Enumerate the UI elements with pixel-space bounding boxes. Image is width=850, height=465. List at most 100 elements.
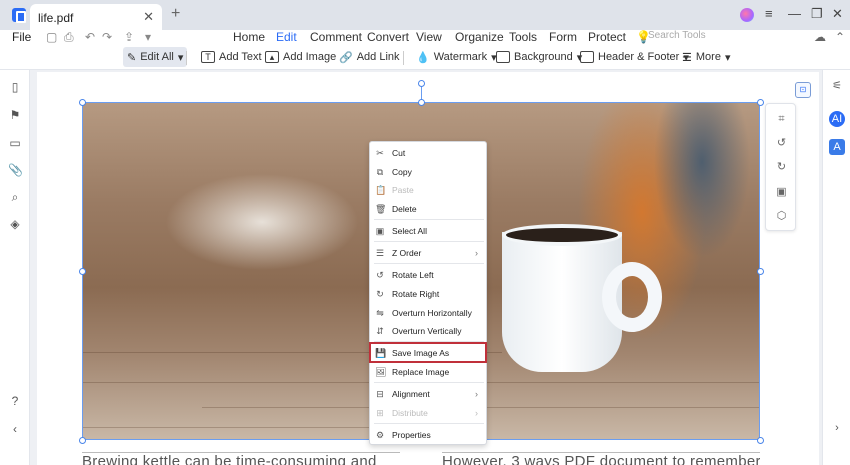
context-menu-item-cut[interactable]: ✂ Cut [370,143,486,162]
ai-assistant-icon[interactable]: AI [829,111,845,127]
menu-organize[interactable]: Organize [455,30,504,44]
context-menu-item-overturn-horizontally[interactable]: ⇋ Overturn Horizontally [370,303,486,322]
image-icon: ▴ [265,51,279,63]
rotate-left-icon: ↺ [376,269,384,280]
cloud-upload-icon[interactable]: ☁ [814,30,826,44]
context-menu-item-save-image-as[interactable]: 💾 Save Image As [369,342,487,363]
share-icon[interactable]: ⇪ [124,30,134,44]
copy-icon: ⧉ [376,166,384,177]
menu-item-label: Properties [392,429,431,440]
context-menu-item-select-all[interactable]: ▣ Select All [370,221,486,240]
distribute-icon: ⊞ [376,407,384,418]
menu-separator [374,341,484,342]
rotate-handle[interactable] [418,80,425,87]
maximize-icon[interactable]: ❐ [811,6,823,22]
comment-icon[interactable]: ▭ [8,136,22,150]
avatar[interactable] [740,8,754,22]
menu-separator [374,263,484,264]
link-icon: 🔗 [339,51,353,64]
menu-comment[interactable]: Comment [310,30,362,44]
select-all-icon: ▣ [375,225,385,236]
search-icon[interactable]: ⌕ [8,190,22,204]
file-menu[interactable]: File [12,30,31,44]
submenu-arrow-icon: › [475,247,478,258]
search-tools-input[interactable]: Search Tools [648,30,706,41]
menu-protect[interactable]: Protect [588,30,626,44]
left-sidebar: ▯ ⚑ ▭ 📎 ⌕ ◈ ? ‹ [0,70,30,465]
crop-icon[interactable]: ⌗ [775,113,788,126]
attachment-icon[interactable]: 📎 [8,163,23,177]
menu-item-label: Overturn Horizontally [392,307,472,318]
page-text-right[interactable]: However, 3 ways PDF document to remember… [442,452,760,465]
menu-form[interactable]: Form [549,30,577,44]
context-menu-item-copy[interactable]: ⧉ Copy [370,162,486,181]
menu-item-label: Overturn Vertically [392,325,462,336]
menu-item-label: Distribute [392,407,428,418]
translate-icon[interactable]: A [829,139,845,155]
resize-handle-w[interactable] [79,268,86,275]
close-window-icon[interactable]: ✕ [832,6,843,22]
collapse-ribbon-icon[interactable]: ⌃ [835,30,845,44]
resize-handle-n[interactable] [418,99,425,106]
new-tab-icon[interactable]: + [171,5,180,23]
menu-view[interactable]: View [416,30,442,44]
context-menu-item-properties[interactable]: ⚙ Properties [370,425,486,444]
resize-handle-sw[interactable] [79,437,86,444]
menu-home[interactable]: Home [233,30,265,44]
save-icon[interactable]: ▢ [46,30,57,44]
context-menu-item-delete[interactable]: 🗑 Delete [370,199,486,218]
page-text-left[interactable]: Brewing kettle can be time-consuming and [82,452,400,465]
menu-item-label: Delete [392,203,417,214]
add-text-button[interactable]: T Add Text [197,47,266,67]
background-button[interactable]: Background ▾ [492,47,586,67]
add-image-button[interactable]: ▴ Add Image [261,47,340,67]
menu-convert[interactable]: Convert [367,30,409,44]
window-menu-icon[interactable]: ≡ [765,6,773,21]
more-button[interactable]: ☰ More ▾ [678,47,734,67]
quick-access-dropdown-icon[interactable]: ▾ [145,30,151,44]
rotate-right-icon[interactable]: ↻ [775,161,788,174]
replace-image-icon[interactable]: ▣ [775,186,788,199]
add-link-button[interactable]: 🔗 Add Link [335,47,404,67]
settings-sliders-icon[interactable]: ⚟ [829,78,845,94]
tab-close-icon[interactable]: ✕ [143,9,154,25]
ocr-icon[interactable]: ⊡ [795,82,811,98]
header-footer-button[interactable]: Header & Footer ▾ [576,47,693,67]
context-menu-item-rotate-left[interactable]: ↺ Rotate Left [370,265,486,284]
menu-item-label: Save Image As [392,347,450,358]
background-icon [496,51,510,63]
context-menu-item-alignment[interactable]: ⊟ Alignment › [370,384,486,403]
menu-item-label: Select All [392,225,427,236]
minimize-icon[interactable]: — [788,6,801,21]
rotate-left-icon[interactable]: ↺ [775,137,788,150]
add-text-label: Add Text [219,51,262,63]
chevron-down-icon: ▾ [177,51,184,64]
edit-all-button[interactable]: ✎ Edit All ▾ [123,47,188,67]
context-menu-item-z-order[interactable]: ☰ Z Order › [370,243,486,262]
print-icon[interactable]: ⎙ [64,30,74,45]
undo-icon[interactable]: ↶ [85,30,95,44]
resize-handle-e[interactable] [757,268,764,275]
context-menu-item-overturn-vertically[interactable]: ⇵ Overturn Vertically [370,321,486,340]
resize-handle-ne[interactable] [757,99,764,106]
redo-icon[interactable]: ↷ [102,30,112,44]
more-label: More [695,51,721,63]
background-label: Background [514,51,573,63]
document-tab[interactable]: life.pdf ✕ [30,4,162,30]
help-icon[interactable]: ? [8,394,22,408]
resize-handle-se[interactable] [757,437,764,444]
watermark-button[interactable]: 💧 Watermark ▾ [412,47,501,67]
layers-icon[interactable]: ◈ [8,217,22,231]
paste-icon: 📋 [375,184,387,195]
menu-edit[interactable]: Edit [276,30,297,44]
context-menu-item-replace-image[interactable]: 🖼 Replace Image [370,362,486,381]
pages-icon[interactable]: ▯ [8,80,22,94]
collapse-right-icon[interactable]: › [829,420,845,436]
properties-icon[interactable]: ⬡ [775,210,788,223]
bookmark-icon[interactable]: ⚑ [8,108,22,122]
context-menu-item-distribute: ⊞ Distribute › [370,403,486,422]
resize-handle-nw[interactable] [79,99,86,106]
context-menu-item-rotate-right[interactable]: ↻ Rotate Right [370,284,486,303]
menu-tools[interactable]: Tools [509,30,537,44]
collapse-left-icon[interactable]: ‹ [8,422,22,436]
